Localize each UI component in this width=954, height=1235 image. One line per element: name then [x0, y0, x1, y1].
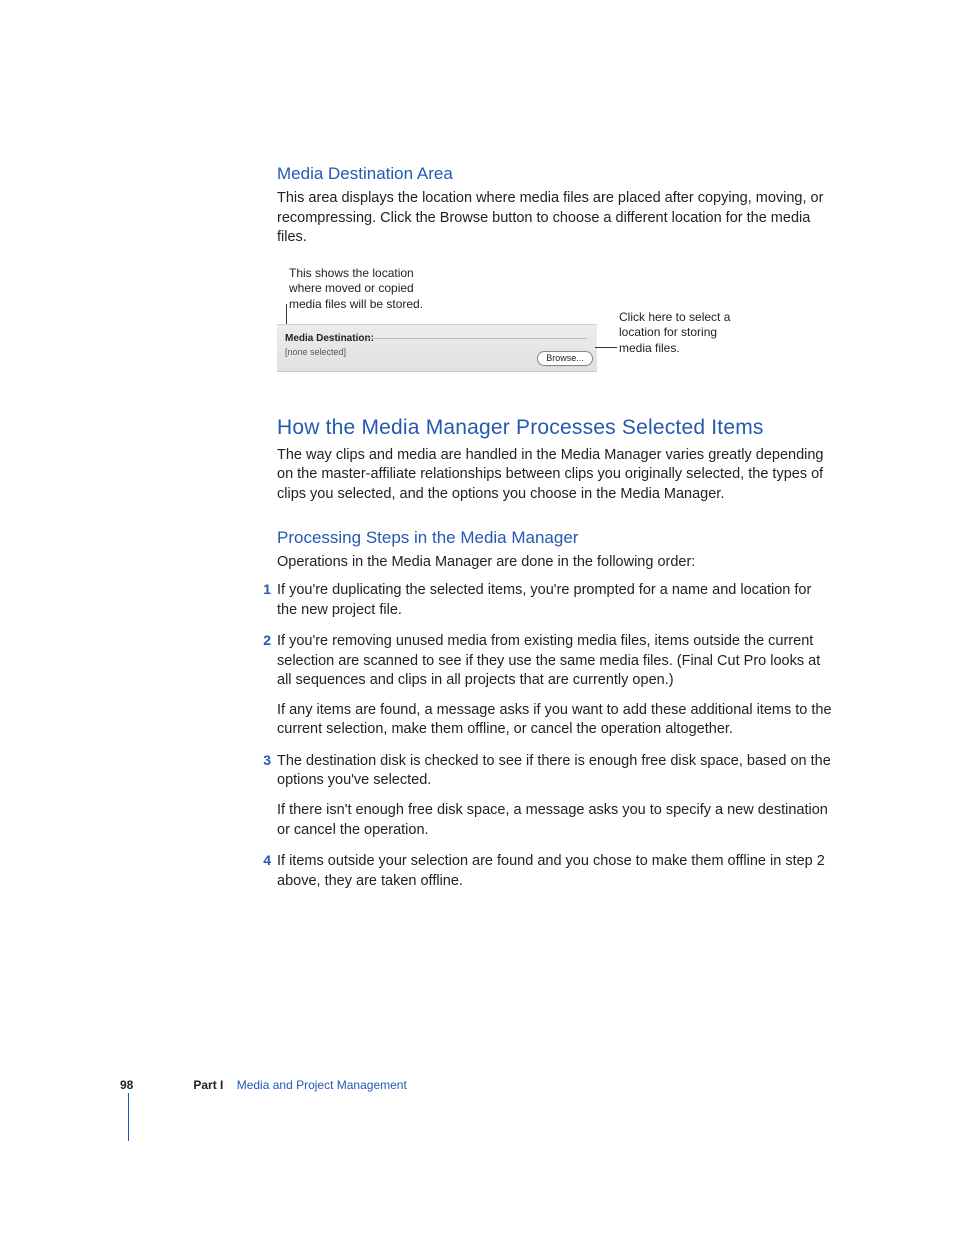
figure-caption-left: This shows the location where moved or c…: [289, 266, 444, 313]
footer-part-title: Media and Project Management: [237, 1078, 407, 1092]
step-subtext: If any items are found, a message asks i…: [277, 701, 833, 740]
step-item: 1 If you're duplicating the selected ite…: [277, 581, 833, 620]
figure-caption-right: Click here to select a location for stor…: [619, 310, 749, 357]
step-text: If you're duplicating the selected items…: [277, 581, 833, 620]
leader-line: [595, 347, 617, 348]
body-how-media-manager-processes: The way clips and media are handled in t…: [277, 446, 833, 505]
heading-how-media-manager-processes: How the Media Manager Processes Selected…: [277, 416, 833, 440]
step-text: The destination disk is checked to see i…: [277, 752, 833, 791]
step-number: 4: [253, 852, 271, 868]
browse-button[interactable]: Browse...: [537, 351, 593, 366]
panel-divider: [367, 338, 587, 339]
step-item: 2 If you're removing unused media from e…: [277, 632, 833, 740]
margin-rule: [128, 1093, 129, 1141]
step-text: If items outside your selection are foun…: [277, 852, 833, 891]
step-subtext: If there isn't enough free disk space, a…: [277, 801, 833, 840]
intro-processing-steps: Operations in the Media Manager are done…: [277, 553, 833, 573]
page-footer: 98 Part I Media and Project Management: [120, 1078, 820, 1092]
body-media-destination-area: This area displays the location where me…: [277, 189, 833, 248]
media-destination-panel: Media Destination: [none selected] Brows…: [277, 324, 597, 372]
step-item: 3 The destination disk is checked to see…: [277, 752, 833, 840]
step-text: If you're removing unused media from exi…: [277, 632, 833, 691]
step-number: 1: [253, 581, 271, 597]
step-item: 4 If items outside your selection are fo…: [277, 852, 833, 891]
media-destination-label: Media Destination:: [285, 333, 374, 344]
step-number: 3: [253, 752, 271, 768]
step-number: 2: [253, 632, 271, 648]
media-destination-value: [none selected]: [285, 347, 346, 357]
page-number: 98: [120, 1078, 190, 1092]
footer-part-label: Part I: [193, 1078, 223, 1092]
figure-media-destination: This shows the location where moved or c…: [277, 266, 833, 376]
heading-media-destination-area: Media Destination Area: [277, 164, 833, 184]
heading-processing-steps: Processing Steps in the Media Manager: [277, 528, 833, 548]
